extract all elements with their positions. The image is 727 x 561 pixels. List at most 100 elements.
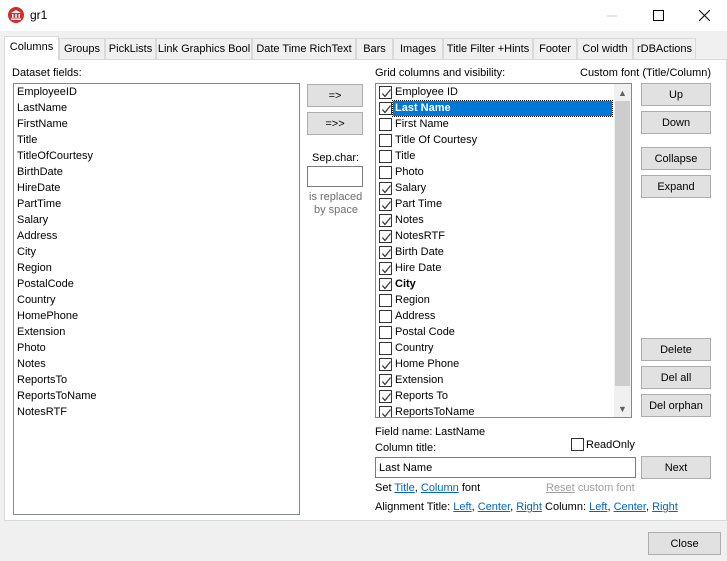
tab-date-time-richtext[interactable]: Date Time RichText: [252, 38, 356, 59]
expand-button[interactable]: Expand: [641, 175, 711, 198]
checked-checkbox[interactable]: [379, 86, 392, 99]
unchecked-checkbox[interactable]: [379, 326, 392, 339]
dataset-fields-list[interactable]: EmployeeID LastName FirstName Title TitleOfC…: [13, 83, 300, 515]
close-button[interactable]: Close: [648, 532, 721, 555]
dataset-field-item[interactable]: PostalCode: [17, 276, 74, 292]
grid-column-item[interactable]: Last Name: [377, 100, 613, 117]
unchecked-checkbox[interactable]: [379, 166, 392, 179]
dataset-field-item[interactable]: Notes: [17, 356, 46, 372]
add-all-fields-button[interactable]: =>>: [307, 112, 363, 135]
column-title-input[interactable]: [375, 457, 636, 478]
grid-column-item[interactable]: Home Phone: [377, 356, 612, 372]
dataset-field-item[interactable]: ReportsToName: [17, 388, 96, 404]
close-window-button[interactable]: [681, 0, 727, 31]
checked-checkbox[interactable]: [379, 390, 392, 403]
checked-checkbox[interactable]: [379, 230, 392, 243]
dataset-field-item[interactable]: LastName: [17, 100, 67, 116]
checked-checkbox[interactable]: [379, 374, 392, 387]
grid-columns-list[interactable]: ReportsToName Reports To Extension Home Pho…: [375, 83, 632, 418]
dataset-field-item[interactable]: Title: [17, 132, 37, 148]
grid-column-item[interactable]: Photo: [377, 164, 612, 180]
scroll-down-icon[interactable]: ▼: [614, 400, 631, 417]
grid-column-item[interactable]: City: [377, 276, 612, 292]
grid-column-item[interactable]: NotesRTF: [377, 228, 612, 244]
dataset-field-item[interactable]: Salary: [17, 212, 48, 228]
dataset-field-item[interactable]: Address: [17, 228, 57, 244]
grid-column-item[interactable]: Postal Code: [377, 324, 612, 340]
next-button[interactable]: Next: [641, 456, 711, 479]
grid-column-item[interactable]: Region: [377, 292, 612, 308]
tab-images[interactable]: Images: [393, 38, 443, 59]
sep-char-input[interactable]: [307, 166, 363, 187]
grid-column-item[interactable]: Salary: [377, 180, 612, 196]
checked-checkbox[interactable]: [379, 406, 392, 417]
checked-checkbox[interactable]: [379, 246, 392, 259]
tab-bars[interactable]: Bars: [356, 38, 393, 59]
unchecked-checkbox[interactable]: [379, 150, 392, 163]
del-orphan-button[interactable]: Del orphan: [641, 394, 711, 417]
checked-checkbox[interactable]: [379, 278, 392, 291]
tab-col-width[interactable]: Col width: [577, 38, 633, 59]
dataset-field-item[interactable]: TitleOfCourtesy: [17, 148, 93, 164]
dataset-field-item[interactable]: ReportsTo: [17, 372, 67, 388]
grid-column-item[interactable]: Extension: [377, 372, 612, 388]
tab-columns[interactable]: Columns: [4, 36, 59, 60]
del-all-button[interactable]: Del all: [641, 366, 711, 389]
dataset-field-item[interactable]: Region: [17, 260, 52, 276]
up-button[interactable]: Up: [641, 83, 711, 106]
dataset-field-item[interactable]: Photo: [17, 340, 46, 356]
scrollbar-thumb[interactable]: [615, 101, 630, 386]
grid-column-item[interactable]: Notes: [377, 212, 612, 228]
add-field-button[interactable]: =>: [307, 84, 363, 107]
align-title-left-link[interactable]: Left: [453, 501, 471, 513]
checked-checkbox[interactable]: [379, 262, 392, 275]
unchecked-checkbox[interactable]: [379, 294, 392, 307]
dataset-field-item[interactable]: HomePhone: [17, 308, 78, 324]
dataset-field-item[interactable]: PartTime: [17, 196, 61, 212]
tab-link-graphics-bool[interactable]: Link Graphics Bool: [156, 38, 252, 59]
align-column-left-link[interactable]: Left: [589, 501, 607, 513]
grid-column-item[interactable]: Country: [377, 340, 612, 356]
grid-column-item[interactable]: Birth Date: [377, 244, 612, 260]
reset-custom-font-link[interactable]: Reset: [546, 482, 575, 494]
dataset-field-item[interactable]: Extension: [17, 324, 65, 340]
set-title-font-link[interactable]: Title: [394, 482, 414, 494]
delete-button[interactable]: Delete: [641, 338, 711, 361]
checked-checkbox[interactable]: [379, 182, 392, 195]
grid-column-item[interactable]: Hire Date: [377, 260, 612, 276]
tab-title-filter-hints[interactable]: Title Filter +Hints: [443, 38, 533, 59]
grid-column-item[interactable]: Part Time: [377, 196, 612, 212]
align-title-right-link[interactable]: Right: [516, 501, 542, 513]
minimize-button[interactable]: [589, 0, 635, 31]
grid-column-item[interactable]: Reports To: [377, 388, 612, 404]
unchecked-checkbox[interactable]: [379, 342, 392, 355]
checked-checkbox[interactable]: [379, 102, 392, 115]
grid-column-item[interactable]: First Name: [377, 116, 612, 132]
grid-column-item[interactable]: Address: [377, 308, 612, 324]
align-column-center-link[interactable]: Center: [614, 501, 646, 513]
checked-checkbox[interactable]: [379, 214, 392, 227]
grid-column-item[interactable]: Title Of Courtesy: [377, 132, 612, 148]
checked-checkbox[interactable]: [379, 198, 392, 211]
tab-rdbactions[interactable]: rDBActions: [633, 38, 696, 59]
dataset-field-item[interactable]: Country: [17, 292, 56, 308]
tab-picklists[interactable]: PickLists: [105, 38, 156, 59]
set-column-font-link[interactable]: Column: [421, 482, 459, 494]
grid-list-scrollbar[interactable]: ▲ ▼: [614, 84, 631, 417]
maximize-button[interactable]: [635, 0, 681, 31]
grid-column-item[interactable]: ReportsToName: [377, 404, 612, 417]
unchecked-checkbox[interactable]: [379, 134, 392, 147]
dataset-field-item[interactable]: EmployeeID: [17, 84, 77, 100]
collapse-button[interactable]: Collapse: [641, 147, 711, 170]
dataset-field-item[interactable]: FirstName: [17, 116, 68, 132]
tab-footer[interactable]: Footer: [533, 38, 577, 59]
align-column-right-link[interactable]: Right: [652, 501, 678, 513]
down-button[interactable]: Down: [641, 111, 711, 134]
checked-checkbox[interactable]: [379, 358, 392, 371]
scroll-up-icon[interactable]: ▲: [614, 84, 631, 101]
dataset-field-item[interactable]: HireDate: [17, 180, 60, 196]
unchecked-checkbox[interactable]: [379, 310, 392, 323]
dataset-field-item[interactable]: NotesRTF: [17, 404, 67, 420]
unchecked-checkbox[interactable]: [379, 118, 392, 131]
dataset-field-item[interactable]: BirthDate: [17, 164, 63, 180]
